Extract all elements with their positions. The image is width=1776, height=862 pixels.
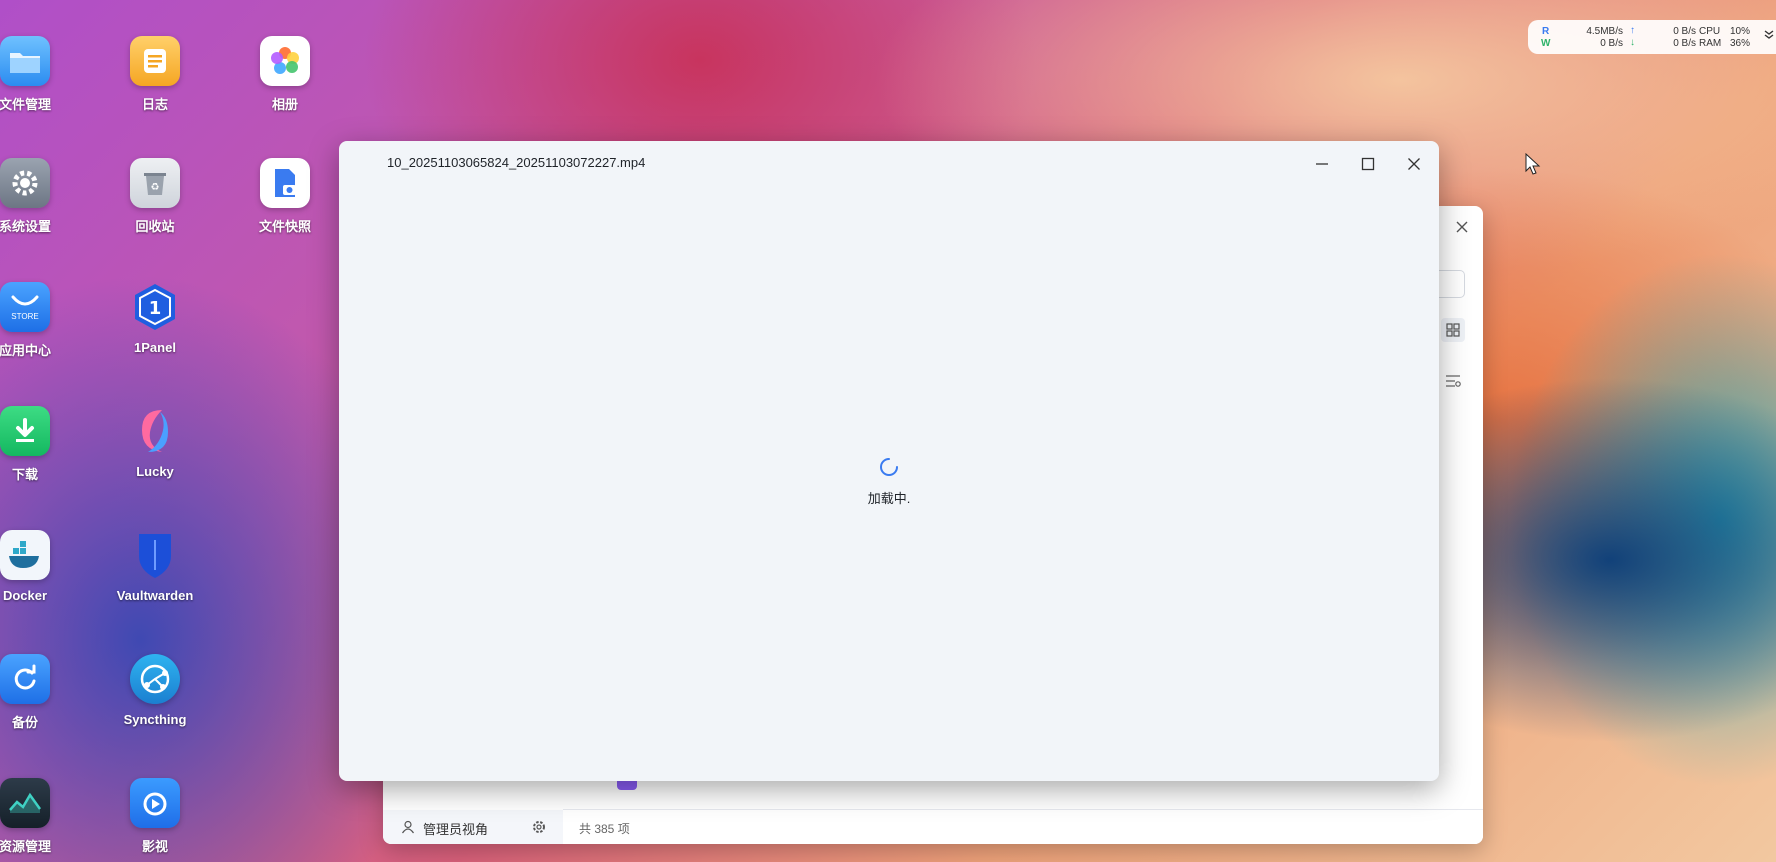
- desktop-icon-settings[interactable]: 系统设置: [0, 158, 80, 235]
- cpu-value: 10%: [1730, 26, 1751, 37]
- svg-text:1: 1: [149, 298, 162, 319]
- store-icon: STORE: [0, 282, 50, 332]
- item-count: 共 385 项: [579, 822, 630, 836]
- disk-read-label: R: [1542, 26, 1550, 37]
- gear-icon[interactable]: [531, 819, 547, 840]
- system-monitor-widget: R W 4.5MB/s 0 B/s ↑ ↓ 0 B/s 0 B/s CPU RA…: [1528, 20, 1776, 54]
- backup-icon: [0, 654, 50, 704]
- desktop-icon-download[interactable]: 下载: [0, 406, 80, 483]
- disk-write-speed: 0 B/s: [1600, 38, 1623, 49]
- ram-value: 36%: [1730, 38, 1751, 49]
- maximize-icon: [1361, 157, 1375, 171]
- spinner-icon: [880, 458, 898, 476]
- snapshot-icon: [260, 158, 310, 208]
- svg-text:♻: ♻: [151, 182, 160, 193]
- desktop-icon-backup[interactable]: 备份: [0, 654, 80, 731]
- maximize-button[interactable]: [1353, 149, 1383, 179]
- video-icon: [130, 778, 180, 828]
- desktop-icon-recycle-bin[interactable]: ♻ 回收站: [100, 158, 210, 235]
- syncthing-icon: [130, 654, 180, 704]
- desktop-icon-label: 备份: [11, 715, 38, 730]
- desktop-icon-syncthing[interactable]: Syncthing: [100, 654, 210, 727]
- download-icon: [0, 406, 50, 456]
- window-title: 10_20251103065824_20251103072227.mp4: [387, 155, 646, 170]
- desktop-icon-notes[interactable]: 日志: [100, 36, 210, 113]
- desktop-icon-label: 文件快照: [258, 219, 311, 234]
- lucky-icon: [130, 406, 180, 456]
- mouse-cursor-icon: [1525, 152, 1541, 180]
- desktop-icon-vaultwarden[interactable]: Vaultwarden: [100, 530, 210, 603]
- grid-view-icon[interactable]: [1441, 318, 1465, 342]
- desktop-icon-label: Vaultwarden: [116, 588, 194, 603]
- desktop-icon-docker[interactable]: Docker: [0, 530, 80, 603]
- disk-read-speed: 4.5MB/s: [1586, 26, 1623, 37]
- desktop-icon-1panel[interactable]: 1 1Panel: [100, 282, 210, 355]
- desktop-icon-label: Lucky: [136, 464, 174, 479]
- photos-icon: [260, 36, 310, 86]
- desktop-icon-label: 文件管理: [0, 97, 51, 112]
- sidebar-footer: 管理员视角: [383, 810, 564, 844]
- desktop-icon-label: 相册: [271, 97, 298, 112]
- disk-write-label: W: [1541, 38, 1551, 49]
- desktop-icon-label: 下载: [11, 467, 38, 482]
- loading-text: 加载中.: [867, 491, 911, 506]
- desktop-icon-resource-monitor[interactable]: 资源管理: [0, 778, 80, 855]
- chevron-down-icon[interactable]: [1763, 28, 1775, 43]
- folder-icon: [0, 36, 50, 86]
- desktop-icon-file-snapshot[interactable]: 文件快照: [230, 158, 340, 235]
- close-icon: [1408, 158, 1420, 170]
- admin-view-label[interactable]: 管理员视角: [423, 819, 488, 838]
- net-down-speed: 0 B/s: [1673, 38, 1696, 49]
- monitor-icon: [0, 778, 50, 828]
- desktop-icon-photos[interactable]: 相册: [230, 36, 340, 113]
- docker-icon: [0, 530, 50, 580]
- desktop-icon-file-manager[interactable]: 文件管理: [0, 36, 80, 113]
- video-player-window[interactable]: 10_20251103065824_20251103072227.mp4 加载中…: [339, 141, 1439, 781]
- desktop-icon-label: 应用中心: [0, 343, 51, 358]
- ram-label: RAM: [1699, 38, 1722, 49]
- 1panel-icon: 1: [130, 282, 180, 332]
- gear-icon: [0, 158, 50, 208]
- net-up-speed: 0 B/s: [1673, 26, 1696, 37]
- desktop-icon-app-center[interactable]: STORE 应用中心: [0, 282, 80, 359]
- desktop-icon-label: 资源管理: [0, 839, 51, 854]
- desktop-icon-label: 系统设置: [0, 219, 51, 234]
- store-badge: STORE: [11, 311, 39, 321]
- desktop-icon-label: 日志: [141, 97, 168, 112]
- minimize-button[interactable]: [1307, 149, 1337, 179]
- desktop-icon-lucky[interactable]: Lucky: [100, 406, 210, 479]
- desktop-icon-label: 回收站: [135, 219, 175, 234]
- shield-icon: [130, 530, 180, 580]
- close-button[interactable]: [1399, 149, 1429, 179]
- recycle-icon: ♻: [130, 158, 180, 208]
- status-bar: 共 385 项: [563, 809, 1483, 844]
- desktop-icon-label: 影视: [141, 839, 168, 854]
- notes-icon: [130, 36, 180, 86]
- upload-arrow-icon: ↑: [1630, 25, 1635, 36]
- desktop-icon-label: Docker: [2, 588, 48, 603]
- cpu-label: CPU: [1699, 26, 1721, 37]
- desktop-icon-label: Syncthing: [123, 712, 187, 727]
- desktop-icon-video[interactable]: 影视: [100, 778, 210, 855]
- close-icon[interactable]: [1455, 220, 1469, 239]
- user-icon: [401, 820, 415, 839]
- filter-icon[interactable]: [1445, 374, 1461, 393]
- loading-indicator: 加载中.: [339, 457, 1439, 507]
- download-arrow-icon: ↓: [1630, 37, 1635, 48]
- desktop-icon-label: 1Panel: [134, 340, 176, 355]
- minimize-icon: [1316, 163, 1328, 165]
